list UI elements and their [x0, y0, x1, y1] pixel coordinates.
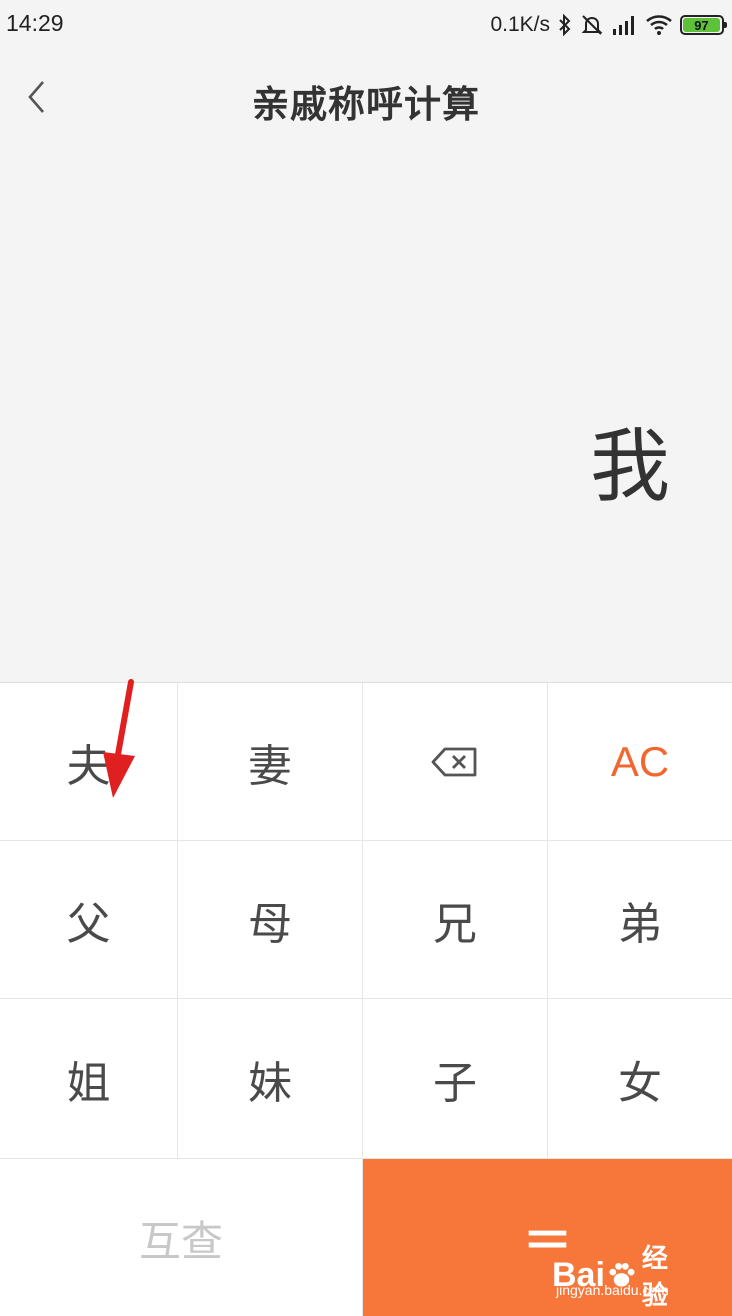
key-elder-brother[interactable]: 兄	[363, 841, 548, 999]
key-father[interactable]: 父	[0, 841, 178, 999]
bluetooth-icon	[559, 14, 571, 36]
reverse-lookup-button[interactable]: 互查	[0, 1159, 363, 1316]
equals-button[interactable]: =	[363, 1159, 732, 1316]
key-mother[interactable]: 母	[178, 841, 363, 999]
result-display: 我	[0, 144, 732, 682]
backspace-button[interactable]	[363, 683, 548, 841]
signal-icon	[613, 16, 634, 35]
status-bar: 14:29 0.1K/s 97	[0, 0, 732, 50]
header: 亲戚称呼计算	[0, 52, 732, 144]
key-younger-sister[interactable]: 妹	[178, 999, 363, 1159]
key-younger-brother[interactable]: 弟	[548, 841, 732, 999]
mute-icon	[581, 15, 603, 35]
status-time: 14:29	[6, 10, 64, 36]
key-elder-sister[interactable]: 姐	[0, 999, 178, 1159]
status-icons: 0.1K/s 97	[490, 10, 727, 40]
battery-icon: 97	[680, 15, 727, 35]
keypad: 夫 妻 AC 父 母 兄 弟 姐 妹 子 女 互查 =	[0, 682, 732, 1316]
clear-all-button[interactable]: AC	[548, 683, 732, 841]
key-son[interactable]: 子	[363, 999, 548, 1159]
wifi-icon	[646, 15, 672, 35]
page-title: 亲戚称呼计算	[252, 83, 480, 126]
network-speed: 0.1K/s	[490, 13, 550, 36]
key-wife[interactable]: 妻	[178, 683, 363, 841]
display-value: 我	[590, 420, 670, 513]
battery-level: 97	[683, 18, 720, 33]
backspace-icon	[431, 747, 477, 776]
key-daughter[interactable]: 女	[548, 999, 732, 1159]
key-husband[interactable]: 夫	[0, 683, 178, 841]
